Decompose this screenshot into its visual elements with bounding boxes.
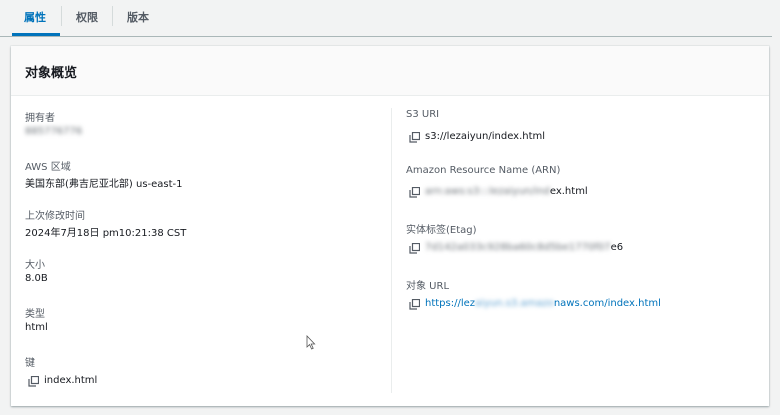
panel-header: 对象概览 (11, 46, 769, 96)
key-label: 键 (25, 358, 35, 369)
object-url-link[interactable]: https://lezaiyun.s3.amazonaws.com/index.… (425, 298, 661, 309)
tab-versions[interactable]: 版本 (127, 9, 149, 25)
object-overview-panel: 对象概览 拥有者 885776776 AWS 区域 美国东部(弗吉尼亚北部) u… (11, 46, 769, 406)
object-url-label: 对象 URL (406, 281, 450, 292)
owner-label: 拥有者 (25, 113, 55, 124)
etag-value: 7d142a033c928ba60c8d5be1770f07e6 (425, 242, 623, 253)
copy-icon[interactable] (409, 243, 420, 254)
last-modified-value: 2024年7月18日 pm10:21:38 CST (25, 228, 187, 239)
active-tab-indicator (12, 33, 60, 36)
type-value: html (25, 322, 48, 333)
mouse-cursor-icon (306, 335, 316, 350)
arn-value: arn:aws:s3:::lezaiyun/index.html (425, 186, 588, 197)
size-value: 8.0B (25, 273, 48, 284)
type-label: 类型 (25, 309, 45, 320)
s3-uri-label: S3 URI (406, 109, 440, 120)
size-label: 大小 (25, 260, 45, 271)
region-label: AWS 区域 (25, 162, 71, 173)
arn-value-visible: ex.html (549, 186, 588, 197)
copy-icon[interactable] (409, 187, 420, 198)
etag-value-redacted: 7d142a033c928ba60c8d5be1770f07 (425, 242, 611, 253)
last-modified-label: 上次修改时间 (25, 211, 85, 222)
tab-divider (61, 6, 62, 26)
s3-uri-value: s3://lezaiyun/index.html (425, 131, 546, 142)
etag-label: 实体标签(Etag) (406, 225, 477, 236)
tab-divider (112, 6, 113, 26)
tab-permissions[interactable]: 权限 (76, 9, 98, 25)
object-url-redacted: aiyun.s3.amazo (475, 298, 554, 309)
tab-bar: 属性 权限 版本 (0, 0, 772, 37)
arn-label: Amazon Resource Name (ARN) (406, 165, 561, 176)
object-url-suffix: naws.com/index.html (553, 298, 661, 309)
tab-properties[interactable]: 属性 (24, 9, 46, 25)
owner-value: 885776776 (25, 126, 83, 137)
object-url-prefix: https://lez (425, 298, 476, 309)
etag-value-visible: e6 (610, 242, 624, 253)
column-divider (391, 108, 392, 393)
copy-icon[interactable] (409, 299, 420, 310)
copy-icon[interactable] (409, 132, 420, 143)
panel-title: 对象概览 (25, 66, 78, 81)
arn-value-redacted: arn:aws:s3:::lezaiyun/ind (425, 186, 550, 197)
copy-icon[interactable] (28, 376, 39, 387)
region-value: 美国东部(弗吉尼亚北部) us-east-1 (25, 179, 183, 190)
key-value: index.html (44, 375, 98, 386)
